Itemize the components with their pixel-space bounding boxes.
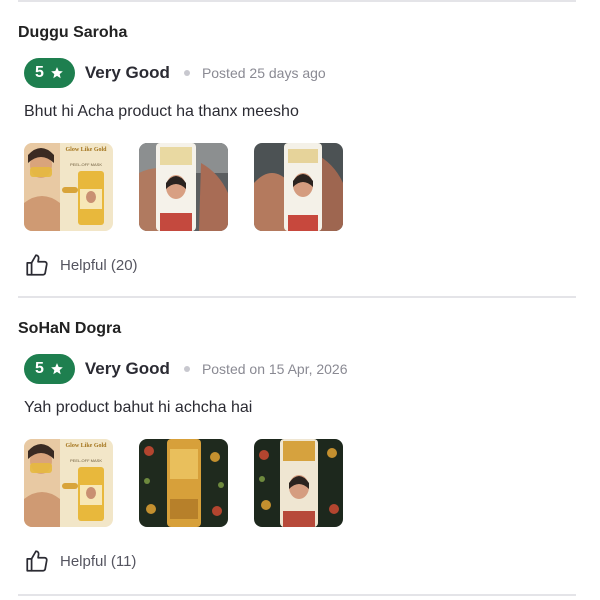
helpful-count: Helpful (20) xyxy=(60,256,138,274)
rating-value: 5 xyxy=(35,360,44,377)
review-card: SoHaN Dogra 5 Very Good Posted on 15 Apr… xyxy=(0,296,600,592)
separator-dot xyxy=(183,366,190,372)
bottom-divider xyxy=(18,594,576,596)
reviewer-name: Duggu Saroha xyxy=(18,24,128,41)
helpful-button[interactable]: Helpful (20) xyxy=(24,250,138,280)
posted-date: Posted on 15 Apr, 2026 xyxy=(201,361,348,377)
review-photos: Glow Like Gold PEEL-OFF MASK xyxy=(24,143,343,231)
photo-panel-text: PEEL-OFF MASK xyxy=(70,458,102,463)
review-photo[interactable] xyxy=(254,439,343,527)
photo-panel-text: Glow Like Gold xyxy=(65,443,107,449)
photo-panel-text: PEEL-OFF MASK xyxy=(70,162,102,167)
thumbs-up-icon xyxy=(26,254,48,276)
review-photos: Glow Like Gold PEEL-OFF MASK xyxy=(24,439,343,527)
thumbs-up-icon xyxy=(26,550,48,572)
rating-badge: 5 xyxy=(24,58,75,88)
star-icon xyxy=(51,363,63,375)
reviewer-name: SoHaN Dogra xyxy=(18,320,122,337)
review-photo[interactable] xyxy=(254,143,343,231)
review-photo[interactable] xyxy=(139,143,228,231)
rating-label: Very Good xyxy=(84,63,170,82)
review-photo[interactable]: Glow Like Gold PEEL-OFF MASK xyxy=(24,143,113,231)
rating-row: 5 Very Good Posted 25 days ago xyxy=(24,58,326,88)
photo-panel-text: Glow Like Gold xyxy=(65,147,107,153)
helpful-count: Helpful (11) xyxy=(60,552,137,570)
rating-row: 5 Very Good Posted on 15 Apr, 2026 xyxy=(24,354,348,384)
rating-badge: 5 xyxy=(24,354,75,384)
review-text: Bhut hi Acha product ha thanx meesho xyxy=(24,103,299,120)
helpful-button[interactable]: Helpful (11) xyxy=(24,546,136,576)
posted-date: Posted 25 days ago xyxy=(201,65,326,81)
review-card: Duggu Saroha 5 Very Good Posted 25 days … xyxy=(0,0,600,296)
review-photo[interactable]: Glow Like Gold PEEL-OFF MASK xyxy=(24,439,113,527)
review-photo[interactable] xyxy=(139,439,228,527)
review-text: Yah product bahut hi achcha hai xyxy=(24,399,253,416)
separator-dot xyxy=(183,70,190,76)
star-icon xyxy=(51,67,63,79)
rating-value: 5 xyxy=(35,64,44,81)
rating-label: Very Good xyxy=(84,359,170,378)
